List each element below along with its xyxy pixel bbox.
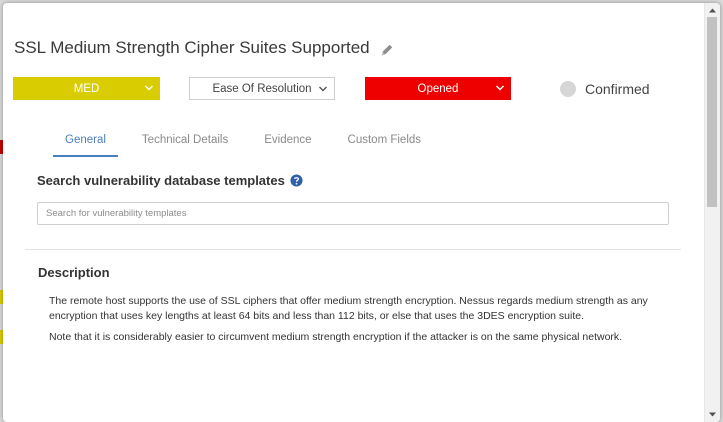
tab-general[interactable]: General (53, 131, 118, 157)
description-heading: Description (38, 265, 110, 280)
toggle-indicator[interactable] (560, 81, 576, 97)
template-search-heading: Search vulnerability database templates (37, 173, 303, 188)
section-divider (25, 249, 681, 250)
description-body: The remote host supports the use of SSL … (49, 294, 659, 351)
vulnerability-modal: SSL Medium Strength Cipher Suites Suppor… (3, 3, 720, 422)
template-search-input[interactable] (37, 202, 669, 225)
pencil-icon[interactable] (380, 43, 394, 57)
scrollbar-thumb[interactable] (707, 17, 717, 207)
resolution-value: Ease Of Resolution (212, 82, 312, 95)
tab-technical-details[interactable]: Technical Details (130, 131, 240, 157)
description-paragraph: The remote host supports the use of SSL … (49, 295, 648, 322)
scroll-down-icon[interactable] (708, 410, 717, 419)
vertical-scrollbar[interactable] (704, 3, 720, 422)
confirmed-toggle[interactable]: Confirmed (560, 81, 650, 97)
severity-value: MED (73, 82, 100, 95)
severity-select[interactable]: MED (13, 77, 160, 100)
confirmed-label: Confirmed (585, 81, 650, 97)
title-row: SSL Medium Strength Cipher Suites Suppor… (14, 38, 394, 58)
tab-custom-fields[interactable]: Custom Fields (336, 131, 434, 157)
scroll-up-icon[interactable] (708, 6, 717, 15)
template-search-heading-text: Search vulnerability database templates (37, 173, 285, 188)
resolution-select[interactable]: Ease Of Resolution (189, 77, 335, 100)
chevron-down-icon (495, 85, 505, 91)
chevron-down-icon (144, 85, 154, 91)
question-circle-icon[interactable] (290, 174, 303, 187)
status-select[interactable]: Opened (365, 77, 511, 100)
status-value: Opened (417, 82, 459, 95)
issue-title: SSL Medium Strength Cipher Suites Suppor… (14, 38, 370, 57)
description-paragraph: Note that it is considerably easier to c… (49, 331, 623, 343)
tab-evidence[interactable]: Evidence (252, 131, 323, 157)
chevron-down-icon (319, 86, 327, 92)
tab-bar: General Technical Details Evidence Custo… (53, 131, 445, 157)
